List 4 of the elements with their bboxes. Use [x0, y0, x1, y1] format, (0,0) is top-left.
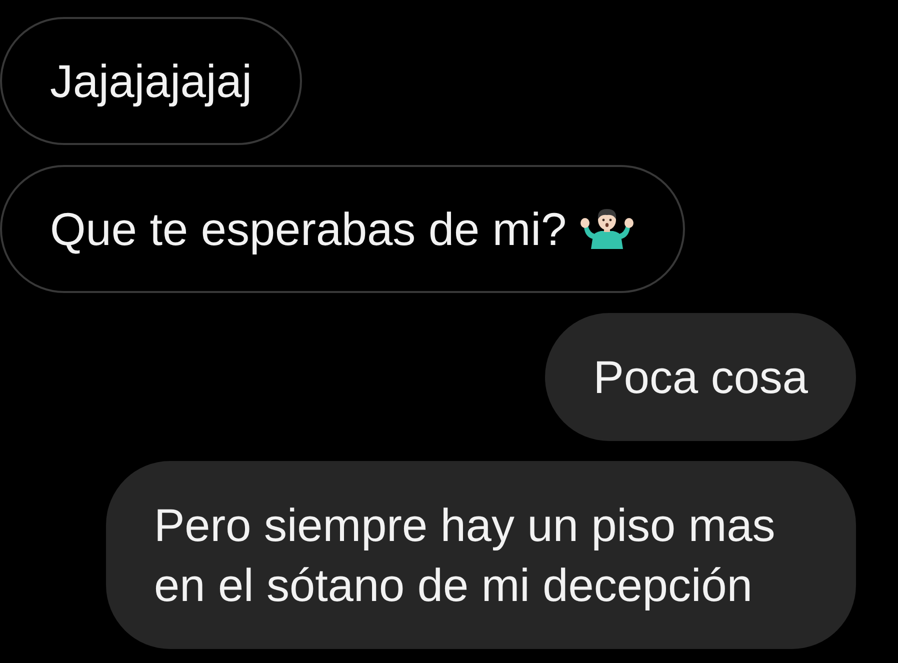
message-text: Jajajajajaj: [50, 54, 252, 109]
message-text: Que te esperabas de mi?: [50, 202, 567, 257]
message-text: Poca cosa: [593, 350, 808, 405]
message-text: Pero siempre hay un piso mas en el sótano de mi decepción: [154, 498, 776, 613]
